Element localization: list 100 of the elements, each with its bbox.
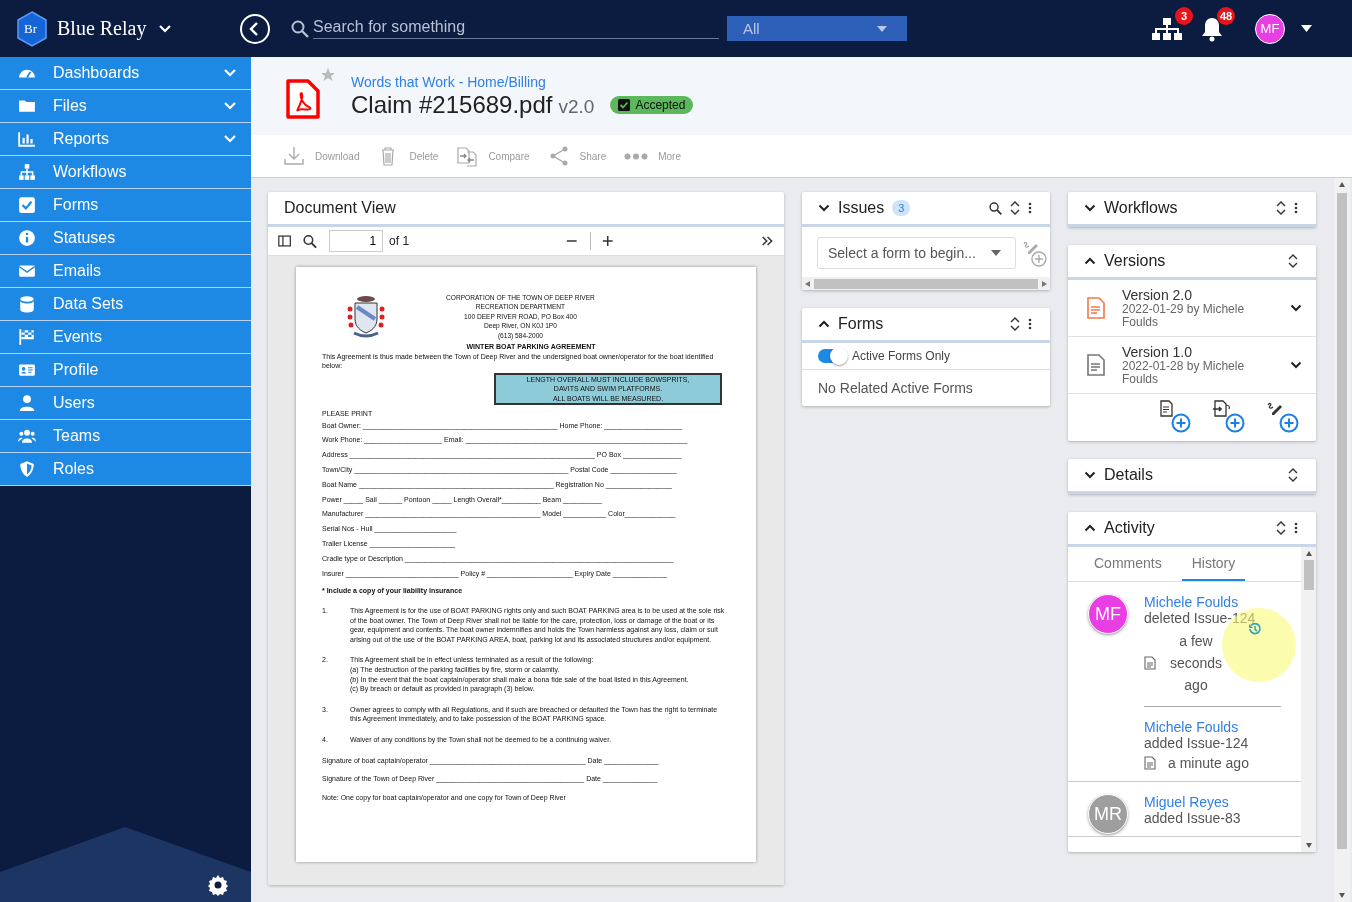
sort-icon[interactable] bbox=[1010, 317, 1020, 331]
sidebar-item[interactable]: Roles bbox=[0, 453, 251, 486]
sidebar-item[interactable]: Files bbox=[0, 90, 251, 123]
sidebar-item[interactable]: Events bbox=[0, 321, 251, 354]
tab[interactable]: Comments bbox=[1094, 547, 1162, 581]
page-number-field[interactable]: 1 bbox=[329, 230, 384, 252]
form-select[interactable]: Select a form to begin... bbox=[817, 237, 1017, 269]
toolbar-button[interactable]: Download bbox=[283, 145, 360, 167]
double-chevron-icon[interactable] bbox=[760, 234, 774, 248]
sidebar-toggle-icon[interactable] bbox=[278, 234, 292, 248]
toggle-switch[interactable] bbox=[818, 349, 846, 363]
toolbar-button[interactable]: More bbox=[624, 150, 681, 162]
search-icon[interactable] bbox=[989, 201, 1002, 215]
caret-icon[interactable] bbox=[1301, 25, 1312, 32]
sidebar-item[interactable]: Forms bbox=[0, 189, 251, 222]
sort-icon[interactable] bbox=[1010, 201, 1020, 215]
user-avatar[interactable]: MF bbox=[1255, 13, 1285, 44]
horizontal-scrollbar[interactable] bbox=[802, 277, 1050, 290]
chevron-down-icon[interactable] bbox=[1290, 304, 1302, 312]
scrollbar[interactable] bbox=[1301, 547, 1316, 852]
scroll-thumb[interactable] bbox=[1303, 560, 1314, 590]
notification-badge: 3 bbox=[1175, 6, 1193, 25]
add-export-icon[interactable] bbox=[1212, 399, 1246, 433]
sort-icon[interactable] bbox=[1288, 468, 1298, 482]
kebab-menu-icon[interactable] bbox=[1028, 318, 1032, 330]
activity-text: added Issue-124 bbox=[1144, 735, 1250, 751]
bar-chart-icon bbox=[18, 130, 36, 148]
shield-icon bbox=[18, 460, 36, 478]
sort-icon[interactable] bbox=[1276, 201, 1286, 215]
scroll-up-icon[interactable] bbox=[1339, 182, 1345, 187]
scroll-left-icon[interactable] bbox=[805, 280, 810, 287]
kebab-menu-icon[interactable] bbox=[1294, 202, 1298, 214]
kebab-menu-icon[interactable] bbox=[1294, 522, 1298, 534]
scroll-down-icon[interactable] bbox=[1305, 843, 1312, 848]
zoom-in-icon[interactable] bbox=[602, 234, 614, 248]
chevron-icon[interactable] bbox=[1084, 257, 1096, 265]
user-link[interactable]: Michele Foulds bbox=[1144, 594, 1281, 610]
chevron-icon[interactable] bbox=[1084, 524, 1096, 532]
sidebar-item[interactable]: Reports bbox=[0, 123, 251, 156]
breadcrumb-link[interactable]: Words that Work - Home/Billing bbox=[351, 73, 694, 90]
activity-text: added Issue-83 bbox=[1144, 810, 1242, 826]
scroll-right-icon[interactable] bbox=[1042, 280, 1047, 287]
search-icon[interactable] bbox=[303, 232, 318, 250]
caret-icon bbox=[877, 25, 887, 32]
toolbar-button[interactable]: Delete bbox=[377, 145, 439, 167]
notification-badge: 48 bbox=[1217, 6, 1235, 25]
sidebar-item[interactable]: Data Sets bbox=[0, 288, 251, 321]
sidebar-item[interactable]: Dashboards bbox=[0, 57, 251, 90]
caret-icon bbox=[991, 250, 1002, 256]
toggle-label: Active Forms Only bbox=[852, 349, 950, 363]
document-icon bbox=[1144, 656, 1156, 670]
version-name: Version 1.0 bbox=[1122, 344, 1194, 360]
star-icon[interactable] bbox=[321, 68, 335, 82]
more-icon bbox=[624, 152, 649, 160]
user-link[interactable]: Miguel Reyes bbox=[1144, 794, 1281, 810]
toolbar-button[interactable]: Compare bbox=[456, 145, 530, 167]
timestamp: a minute ago bbox=[1168, 755, 1249, 771]
pdf-file-icon bbox=[285, 78, 321, 120]
chevron-icon[interactable] bbox=[818, 320, 830, 328]
tab[interactable]: History bbox=[1181, 547, 1246, 581]
history-icon[interactable] bbox=[1248, 622, 1262, 636]
scroll-thumb[interactable] bbox=[1337, 193, 1347, 849]
search-field[interactable]: Search for something bbox=[313, 18, 719, 39]
panel-title: Activity bbox=[1104, 519, 1155, 537]
sidebar-item[interactable]: Statuses bbox=[0, 222, 251, 255]
network-icon[interactable] bbox=[1151, 15, 1183, 42]
envelope-icon bbox=[18, 262, 36, 280]
document-icon bbox=[1144, 756, 1156, 770]
sort-icon[interactable] bbox=[1276, 521, 1286, 535]
scroll-down-icon[interactable] bbox=[1339, 893, 1345, 898]
panel-title: Forms bbox=[838, 315, 884, 333]
checkbox-icon bbox=[18, 196, 36, 214]
scroll-thumb[interactable] bbox=[814, 278, 1038, 289]
sidebar-item[interactable]: Profile bbox=[0, 354, 251, 387]
add-document-icon[interactable] bbox=[1158, 399, 1192, 433]
chevron-icon[interactable] bbox=[1084, 471, 1096, 479]
users-icon bbox=[18, 427, 36, 445]
chevron-icon[interactable] bbox=[818, 204, 830, 212]
sidebar-item[interactable]: Emails bbox=[0, 255, 251, 288]
scroll-up-icon[interactable] bbox=[1305, 551, 1312, 556]
activity-text: deleted Issue-124 bbox=[1144, 610, 1257, 626]
scope-dropdown[interactable]: All bbox=[727, 16, 907, 41]
chevron-down-icon[interactable] bbox=[1290, 361, 1302, 369]
user-link[interactable]: Michele Foulds bbox=[1144, 719, 1281, 735]
version-name: Version 2.0 bbox=[1122, 287, 1194, 303]
toolbar-button[interactable]: Share bbox=[547, 145, 607, 167]
settings-icon[interactable] bbox=[207, 874, 229, 896]
back-button[interactable] bbox=[239, 12, 271, 45]
empty-message: No Related Active Forms bbox=[817, 379, 974, 398]
page-scrollbar[interactable] bbox=[1334, 178, 1350, 902]
sidebar-item[interactable]: Teams bbox=[0, 420, 251, 453]
sidebar-item[interactable]: Workflows bbox=[0, 156, 251, 189]
chevron-icon[interactable] bbox=[1084, 204, 1096, 212]
kebab-menu-icon[interactable] bbox=[1028, 202, 1032, 214]
compare-icon bbox=[456, 145, 479, 167]
panel-title: Versions bbox=[1104, 252, 1166, 270]
download-icon bbox=[283, 145, 305, 167]
sidebar-item[interactable]: Users bbox=[0, 387, 251, 420]
sort-icon[interactable] bbox=[1288, 254, 1298, 268]
count-badge: 3 bbox=[892, 200, 911, 216]
